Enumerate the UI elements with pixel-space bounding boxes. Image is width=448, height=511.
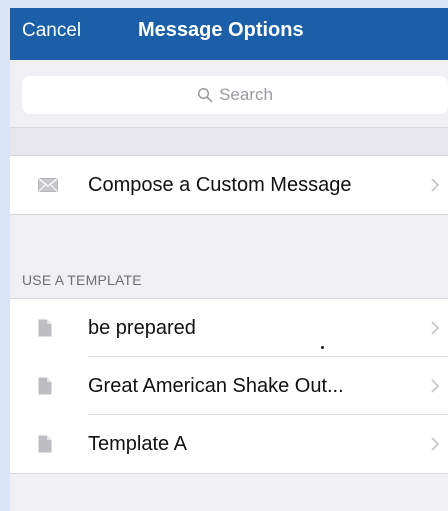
compose-custom-message-label: Compose a Custom Message bbox=[88, 173, 352, 196]
search-bar-area: Search bbox=[10, 60, 448, 127]
section-spacer bbox=[10, 127, 448, 156]
stray-dot bbox=[321, 346, 324, 349]
chevron-right-icon bbox=[431, 379, 440, 393]
template-row[interactable]: Template A bbox=[10, 415, 448, 473]
cancel-button[interactable]: Cancel bbox=[22, 20, 81, 42]
search-placeholder: Search bbox=[219, 85, 273, 104]
chevron-right-icon bbox=[431, 321, 440, 335]
page-title: Message Options bbox=[138, 19, 304, 41]
compose-custom-message-row[interactable]: Compose a Custom Message bbox=[10, 156, 448, 214]
document-icon bbox=[38, 319, 52, 337]
search-input[interactable]: Search bbox=[22, 76, 448, 114]
navigation-bar: Cancel Message Options bbox=[10, 8, 448, 60]
template-row[interactable]: be prepared bbox=[10, 299, 448, 357]
search-icon bbox=[198, 87, 213, 103]
template-label: Great American Shake Out... bbox=[88, 374, 344, 397]
envelope-icon bbox=[38, 178, 58, 192]
template-list: be prepared Great American Shake Out... … bbox=[10, 298, 448, 474]
template-label: Template A bbox=[88, 432, 187, 455]
document-icon bbox=[38, 377, 52, 395]
template-row[interactable]: Great American Shake Out... bbox=[10, 357, 448, 415]
document-icon bbox=[38, 435, 52, 453]
chevron-right-icon bbox=[431, 437, 440, 451]
template-label: be prepared bbox=[88, 316, 196, 339]
custom-message-group: Compose a Custom Message bbox=[10, 155, 448, 215]
chevron-right-icon bbox=[431, 178, 440, 192]
section-header-use-template: USE A TEMPLATE bbox=[22, 272, 142, 288]
message-options-screen: Cancel Message Options Search Compose a … bbox=[10, 8, 448, 511]
